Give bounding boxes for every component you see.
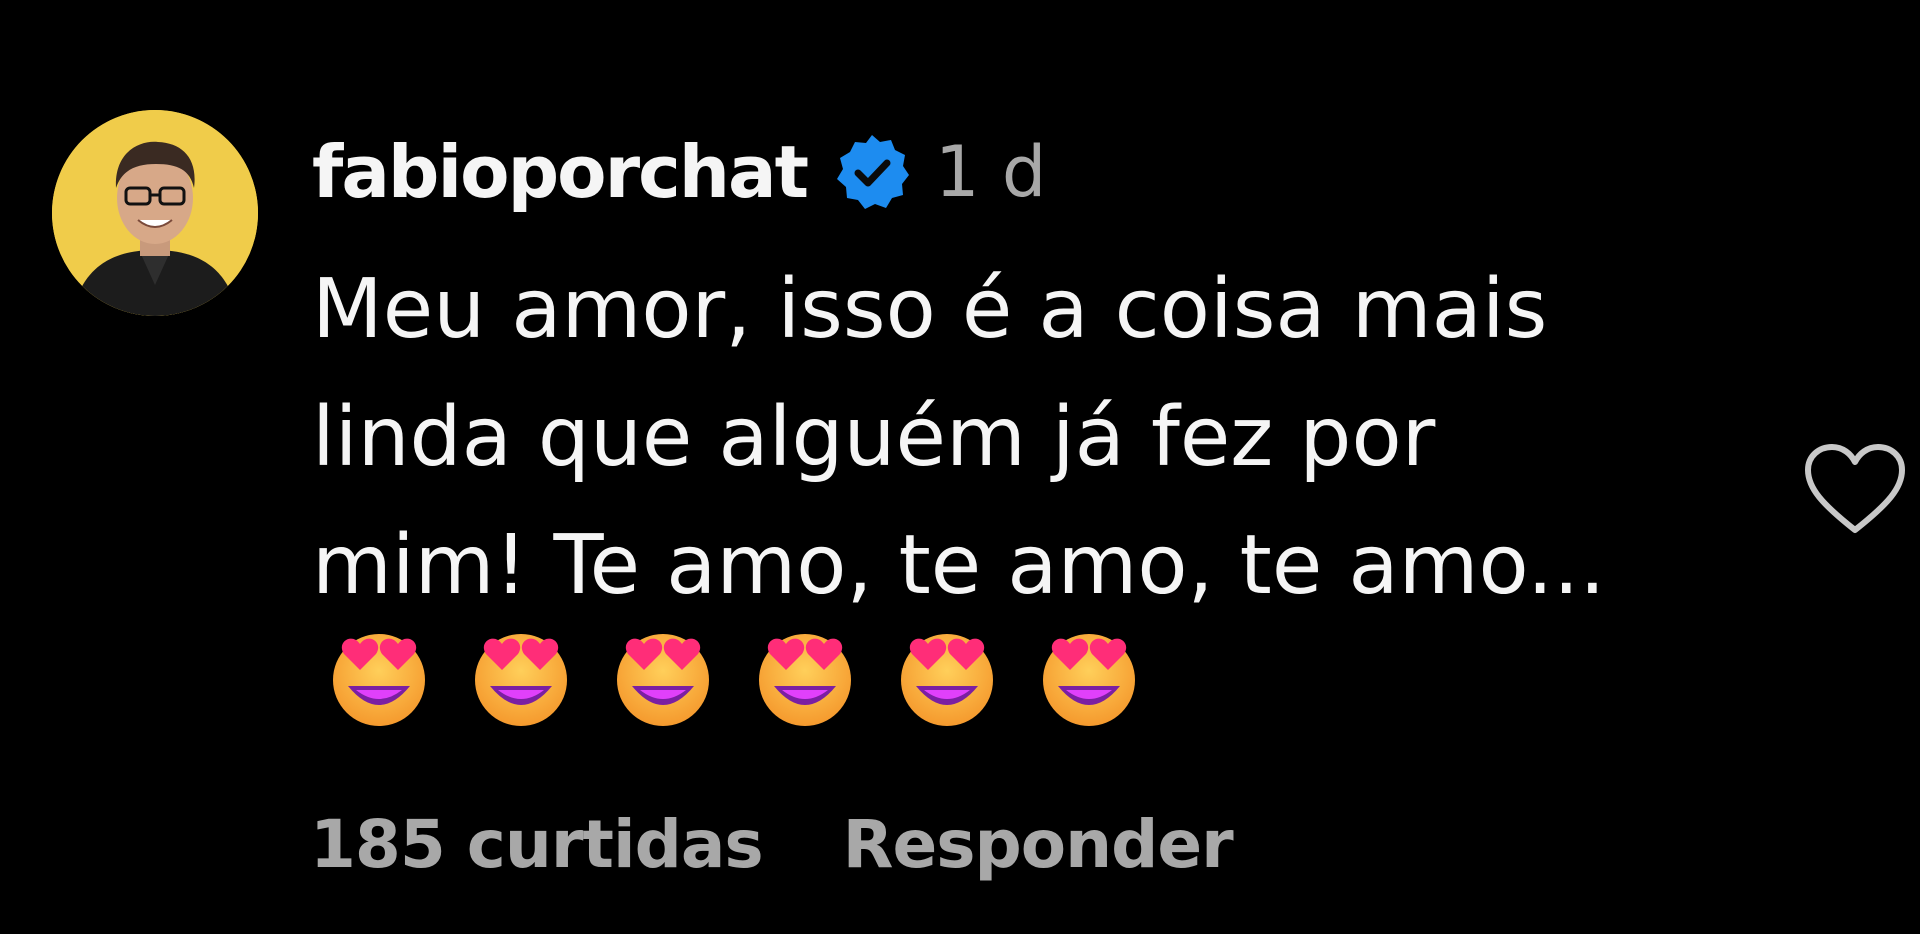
like-button[interactable] [1802, 442, 1908, 538]
username[interactable]: fabioporchat [312, 136, 809, 208]
verified-badge-icon [833, 133, 911, 211]
emoji-row [326, 624, 1142, 730]
heart-eyes-emoji-icon [475, 634, 567, 726]
avatar-image [52, 110, 258, 316]
heart-eyes-emoji-icon [759, 634, 851, 726]
reply-button[interactable]: Responder [843, 806, 1234, 883]
heart-eyes-emoji-icon [901, 634, 993, 726]
comment-text: Meu amor, isso é a coisa mais linda que … [312, 262, 1606, 613]
heart-eyes-emoji-icon [333, 634, 425, 726]
comment-header: fabioporchat 1 d [312, 122, 1046, 222]
comment-timestamp: 1 d [935, 131, 1047, 213]
heart-outline-icon [1805, 444, 1905, 533]
heart-eyes-emoji-icon [1043, 634, 1135, 726]
heart-eyes-emoji-icon [617, 634, 709, 726]
likes-count[interactable]: 185 curtidas [310, 806, 764, 883]
comment: fabioporchat 1 d Meu amor, isso é a cois… [0, 0, 1920, 934]
comment-footer: 185 curtidas Responder [310, 806, 1234, 883]
avatar[interactable] [52, 110, 258, 316]
